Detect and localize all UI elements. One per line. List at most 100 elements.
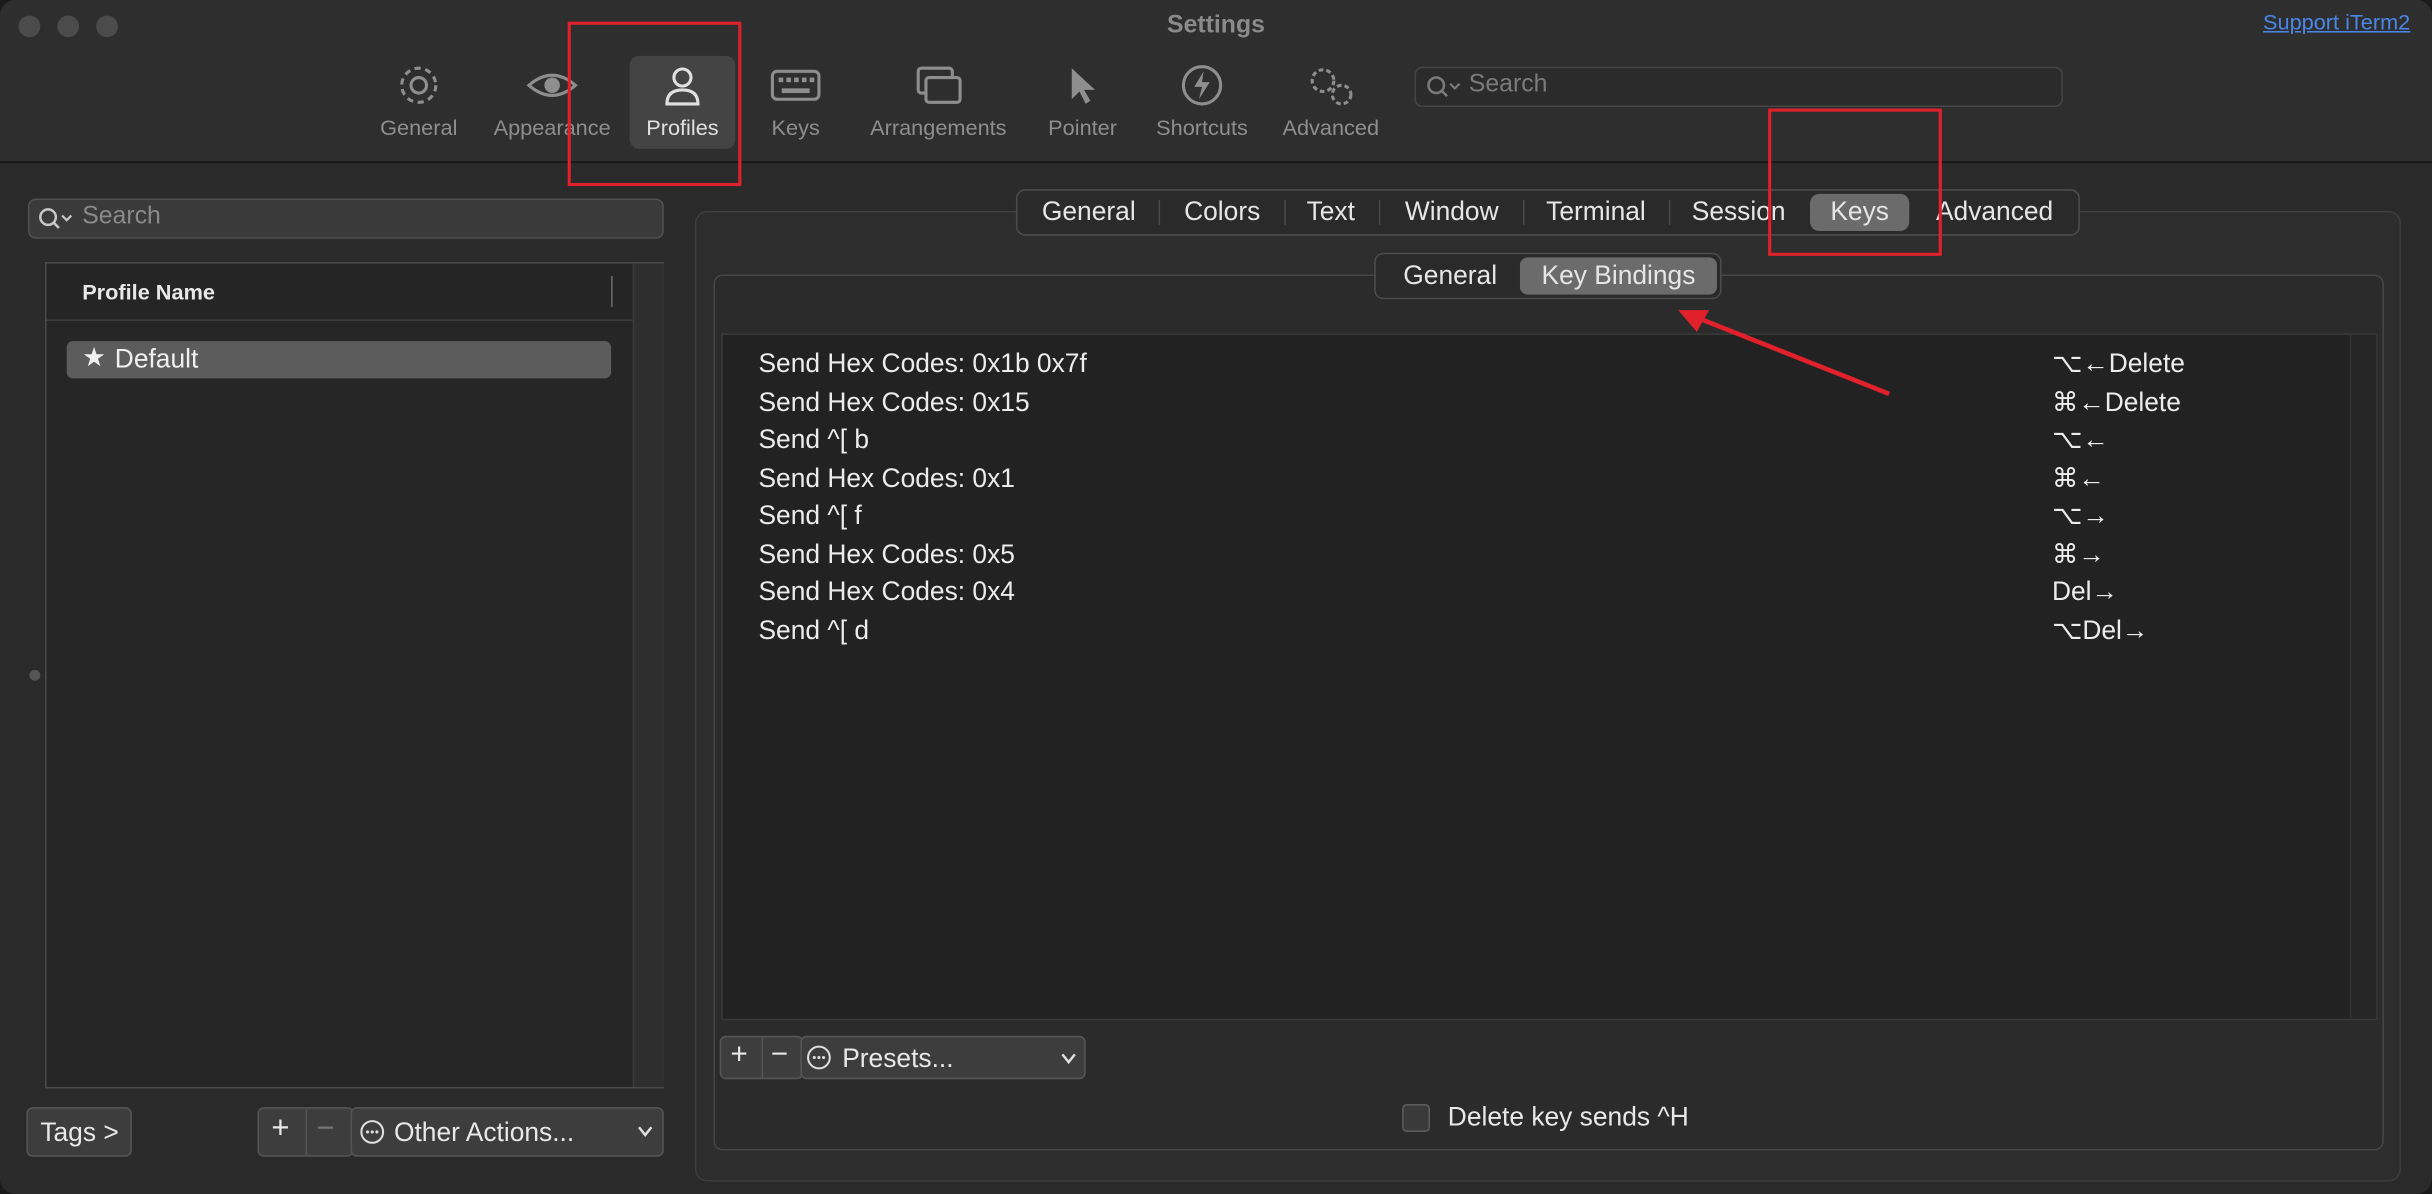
tab-colors[interactable]: Colors [1163,191,1281,234]
toolbar-general[interactable]: General [372,56,465,149]
toolbar-arrangements-label: Arrangements [870,114,1007,140]
support-link[interactable]: Support iTerm2 [2263,9,2410,34]
binding-shortcut: ⌘→ [2051,539,2105,570]
divider [305,1108,308,1156]
add-binding-button[interactable]: + [731,1039,748,1073]
profile-search-placeholder: Search [82,203,161,230]
gears-icon [1310,68,1353,106]
settings-window: Settings Support iTerm2 General Appearan… [0,0,2432,1194]
key-binding-row[interactable]: Send Hex Codes: 0x5 ⌘→ [723,537,2352,574]
other-actions-dropdown[interactable]: Other Actions... [350,1107,664,1157]
subtab-general[interactable]: General [1382,254,1518,297]
toolbar-advanced-label: Advanced [1282,114,1380,140]
tab-advanced[interactable]: Advanced [1920,191,2069,234]
search-icon [1427,76,1461,98]
tags-button[interactable]: Tags > [26,1107,132,1157]
binding-action: Send Hex Codes: 0x1 [758,463,1015,494]
binding-shortcut: ⌘← [2051,463,2105,494]
binding-action: Send Hex Codes: 0x4 [758,576,1015,607]
tab-terminal[interactable]: Terminal [1526,191,1666,234]
binding-shortcut: Del→ [2051,576,2118,607]
key-bindings-scrollbar[interactable] [2349,334,2377,1019]
settings-search-placeholder: Search [1468,71,1548,98]
ellipsis-circle-icon [360,1120,385,1144]
profile-name-column-header[interactable]: Profile Name [82,279,215,304]
other-actions-label: Other Actions... [393,1117,575,1148]
remove-profile-button[interactable]: − [316,1112,334,1148]
key-binding-row[interactable]: Send Hex Codes: 0x1b 0x7f ⌥←Delete [723,346,2352,383]
tags-button-label: Tags > [40,1117,119,1148]
tab-separator [1523,200,1525,225]
binding-action: Send Hex Codes: 0x15 [758,387,1030,418]
gear-icon [400,66,438,104]
tab-separator [1158,200,1161,225]
tab-text[interactable]: Text [1287,191,1374,234]
profile-add-remove-group: + − [257,1107,354,1157]
tab-window[interactable]: Window [1383,191,1519,234]
settings-search-input[interactable]: Search [1414,66,2063,107]
subtab-key-bindings[interactable]: Key Bindings [1519,257,1717,295]
key-binding-row[interactable]: Send ^[ d ⌥Del→ [723,612,2352,649]
profile-list-scrollbar[interactable] [632,263,664,1087]
binding-shortcut: ⌥← [2051,424,2109,455]
key-binding-row[interactable]: Send ^[ b ⌥← [723,422,2352,459]
delete-sends-ctrl-h-checkbox[interactable] [1402,1104,1431,1132]
key-binding-row[interactable]: Send Hex Codes: 0x4 Del→ [723,574,2352,611]
tab-separator [1284,200,1286,225]
profile-name: Default [114,344,199,374]
binding-action: Send Hex Codes: 0x5 [758,539,1015,570]
binding-action: Send Hex Codes: 0x1b 0x7f [758,348,1087,379]
remove-binding-button[interactable]: − [771,1039,788,1073]
profile-row-default[interactable]: ★ Default [66,341,612,379]
add-profile-button[interactable]: + [271,1112,289,1148]
binding-action: Send ^[ b [758,424,870,455]
chevron-down-icon [1061,1053,1076,1065]
annotation-arrow [1678,310,1890,397]
window-title: Settings [1167,12,1265,39]
star-icon: ★ [82,342,106,373]
presets-label: Presets... [842,1043,954,1074]
toolbar-pointer-label: Pointer [1048,114,1117,140]
profile-table: Profile Name ★ Default [44,262,664,1089]
key-binding-row[interactable]: Send Hex Codes: 0x1 ⌘← [723,461,2352,498]
binding-shortcut: ⌥Del→ [2051,615,2149,646]
column-divider [611,276,613,308]
tab-general[interactable]: General [1024,191,1154,234]
presets-dropdown[interactable]: Presets... [800,1035,1086,1080]
toolbar-advanced[interactable]: Advanced [1275,56,1387,149]
profile-search-input[interactable]: Search [27,198,664,239]
windows-icon [916,66,962,104]
toolbar-shortcuts-label: Shortcuts [1156,114,1248,140]
delete-sends-ctrl-h-label: Delete key sends ^H [1447,1102,1689,1132]
key-binding-row[interactable]: Send ^[ f ⌥→ [723,498,2352,535]
divider [761,1037,764,1078]
keys-sub-tabs: General Key Bindings [1374,252,1722,300]
annotation-box-keys-tab [1768,108,1942,256]
binding-add-remove-group: + − [719,1035,804,1080]
toolbar-general-label: General [380,114,458,140]
toolbar-keys-label: Keys [771,114,820,140]
pointer-icon [1071,68,1096,104]
search-icon [39,208,73,229]
binding-shortcut: ⌘←Delete [2051,387,2181,418]
toolbar-keys[interactable]: Keys [754,56,838,149]
toolbar-arrangements[interactable]: Arrangements [856,56,1020,149]
bolt-icon [1181,65,1223,106]
key-bindings-list[interactable]: Send Hex Codes: 0x1b 0x7f ⌥←Delete Send … [721,333,2378,1021]
profile-table-header[interactable]: Profile Name [46,263,633,321]
key-binding-row[interactable]: Send Hex Codes: 0x15 ⌘←Delete [723,385,2352,422]
binding-shortcut: ⌥→ [2051,500,2109,531]
binding-action: Send ^[ f [758,500,862,531]
split-view-handle[interactable] [29,669,41,681]
delete-sends-ctrl-h-option[interactable]: Delete key sends ^H [1402,1102,1689,1136]
binding-action: Send ^[ d [758,615,870,646]
tab-separator [1378,200,1381,225]
chevron-down-icon [638,1126,653,1138]
keyboard-icon [770,69,821,101]
binding-shortcut: ⌥←Delete [2051,348,2185,379]
toolbar-pointer[interactable]: Pointer [1036,56,1129,149]
tab-separator [1668,200,1671,225]
annotation-box-profiles [567,21,742,187]
ellipsis-circle-icon [807,1045,831,1070]
toolbar-shortcuts[interactable]: Shortcuts [1145,56,1260,149]
